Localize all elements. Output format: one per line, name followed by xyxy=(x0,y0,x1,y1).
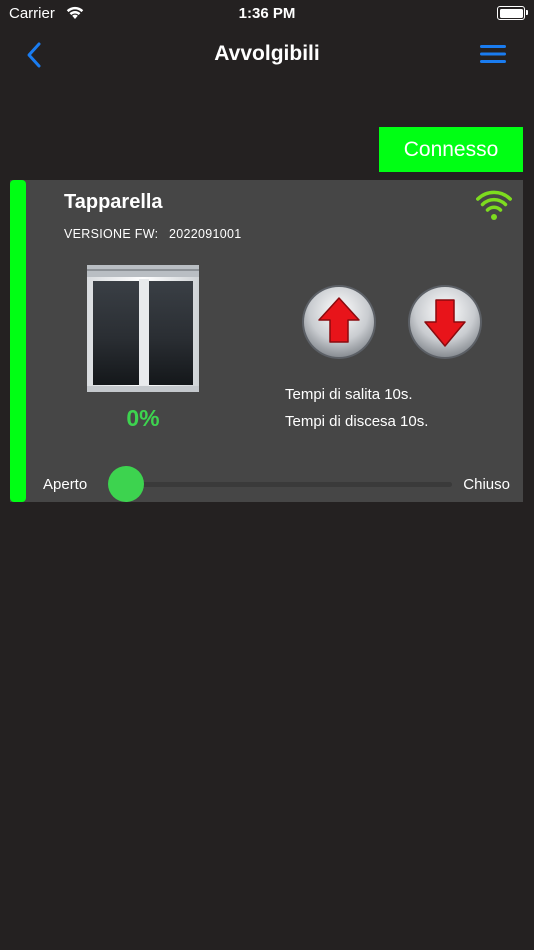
position-percent: 0% xyxy=(126,405,160,431)
hamburger-menu-icon[interactable] xyxy=(480,44,506,64)
navigation-bar: Avvolgibili xyxy=(0,28,534,82)
shutter-down-button[interactable] xyxy=(407,284,483,360)
arrow-down-icon xyxy=(408,285,482,359)
status-bar: Carrier 1:36 PM xyxy=(0,0,534,28)
battery-icon xyxy=(497,6,528,20)
slider-min-label: Aperto xyxy=(43,476,88,493)
status-accent-bar xyxy=(10,180,26,502)
rise-time-text: Tempi di salita 10s. xyxy=(285,386,413,403)
fall-time-text: Tempi di discesa 10s. xyxy=(285,413,429,430)
position-slider[interactable] xyxy=(108,466,452,502)
device-name: Tapparella xyxy=(64,191,163,213)
device-card: Tapparella VERSIONE FW: 2022091001 0% Te… xyxy=(10,180,523,502)
slider-thumb[interactable] xyxy=(108,466,144,502)
firmware-version: 2022091001 xyxy=(169,227,242,241)
connection-status-button[interactable]: Connesso xyxy=(379,127,523,172)
firmware-label: VERSIONE FW: xyxy=(64,227,159,241)
shutter-up-button[interactable] xyxy=(301,284,377,360)
window-shutter-image xyxy=(87,265,199,392)
slider-max-label: Chiuso xyxy=(463,476,510,493)
page-title: Avvolgibili xyxy=(214,42,320,65)
status-time: 1:36 PM xyxy=(238,5,296,22)
arrow-up-icon xyxy=(302,285,376,359)
wifi-signal-icon xyxy=(476,190,512,220)
